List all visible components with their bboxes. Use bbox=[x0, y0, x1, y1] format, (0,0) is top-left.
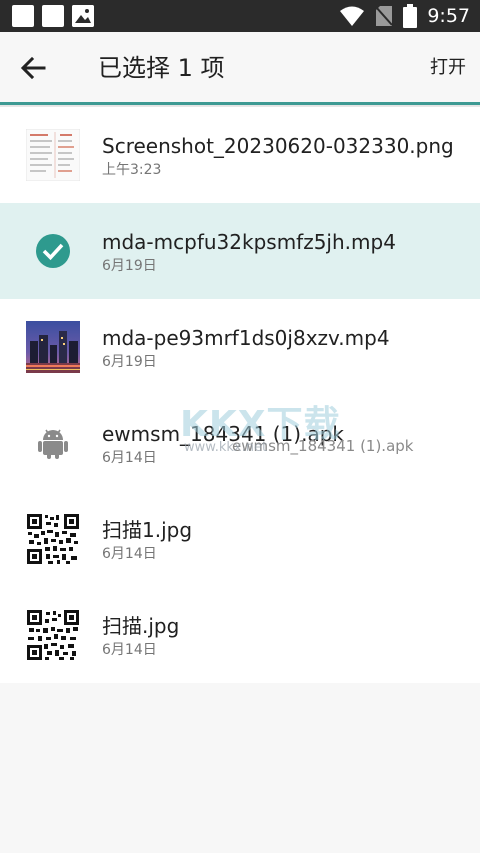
file-row[interactable]: Screenshot_20230620-032330.png 上午3:23 bbox=[0, 107, 480, 203]
file-date: 6月19日 bbox=[102, 354, 157, 370]
page-title: 已选择 1 项 bbox=[98, 54, 225, 82]
file-date: 6月19日 bbox=[102, 258, 157, 274]
file-row[interactable]: mda-pe93mrf1ds0j8xzv.mp4 6月19日 bbox=[0, 299, 480, 395]
file-date: 6月14日 bbox=[102, 642, 157, 658]
status-bar: 9:57 bbox=[0, 0, 480, 32]
file-name: Screenshot_20230620-032330.png bbox=[102, 134, 454, 158]
notification-square-icon bbox=[42, 5, 64, 27]
status-bar-notifications bbox=[12, 5, 94, 27]
file-row[interactable]: 扫描.jpg 6月14日 bbox=[0, 587, 480, 683]
file-name: mda-mcpfu32kpsmfz5jh.mp4 bbox=[102, 230, 396, 254]
android-icon bbox=[26, 417, 80, 469]
file-date: 6月14日 bbox=[102, 546, 157, 562]
open-button[interactable]: 打开 bbox=[430, 56, 466, 80]
file-name: 扫描1.jpg bbox=[102, 518, 193, 542]
app-bar: 已选择 1 项 打开 bbox=[0, 32, 480, 104]
city-night-thumbnail bbox=[26, 321, 80, 373]
screenshot-thumbnail bbox=[25, 128, 81, 182]
back-button[interactable] bbox=[16, 52, 52, 84]
qr-code-thumbnail bbox=[26, 609, 80, 661]
qr-code-thumbnail bbox=[26, 513, 80, 565]
battery-icon bbox=[403, 4, 418, 28]
file-row-selected[interactable]: mda-mcpfu32kpsmfz5jh.mp4 6月19日 bbox=[0, 203, 480, 299]
check-circle-icon bbox=[26, 225, 80, 277]
notification-square-icon bbox=[12, 5, 34, 27]
file-date: 上午3:23 bbox=[102, 162, 162, 178]
watermark-url: www.kkx.net bbox=[184, 440, 268, 455]
status-time: 9:57 bbox=[427, 5, 470, 27]
image-icon bbox=[72, 5, 94, 27]
file-name: 扫描.jpg bbox=[102, 614, 180, 638]
file-row[interactable]: 扫描1.jpg 6月14日 bbox=[0, 491, 480, 587]
back-arrow-icon bbox=[20, 56, 46, 80]
file-date: 6月14日 bbox=[102, 450, 157, 466]
wifi-icon bbox=[340, 6, 365, 26]
no-sim-icon bbox=[375, 6, 394, 26]
file-name: mda-pe93mrf1ds0j8xzv.mp4 bbox=[102, 326, 390, 350]
